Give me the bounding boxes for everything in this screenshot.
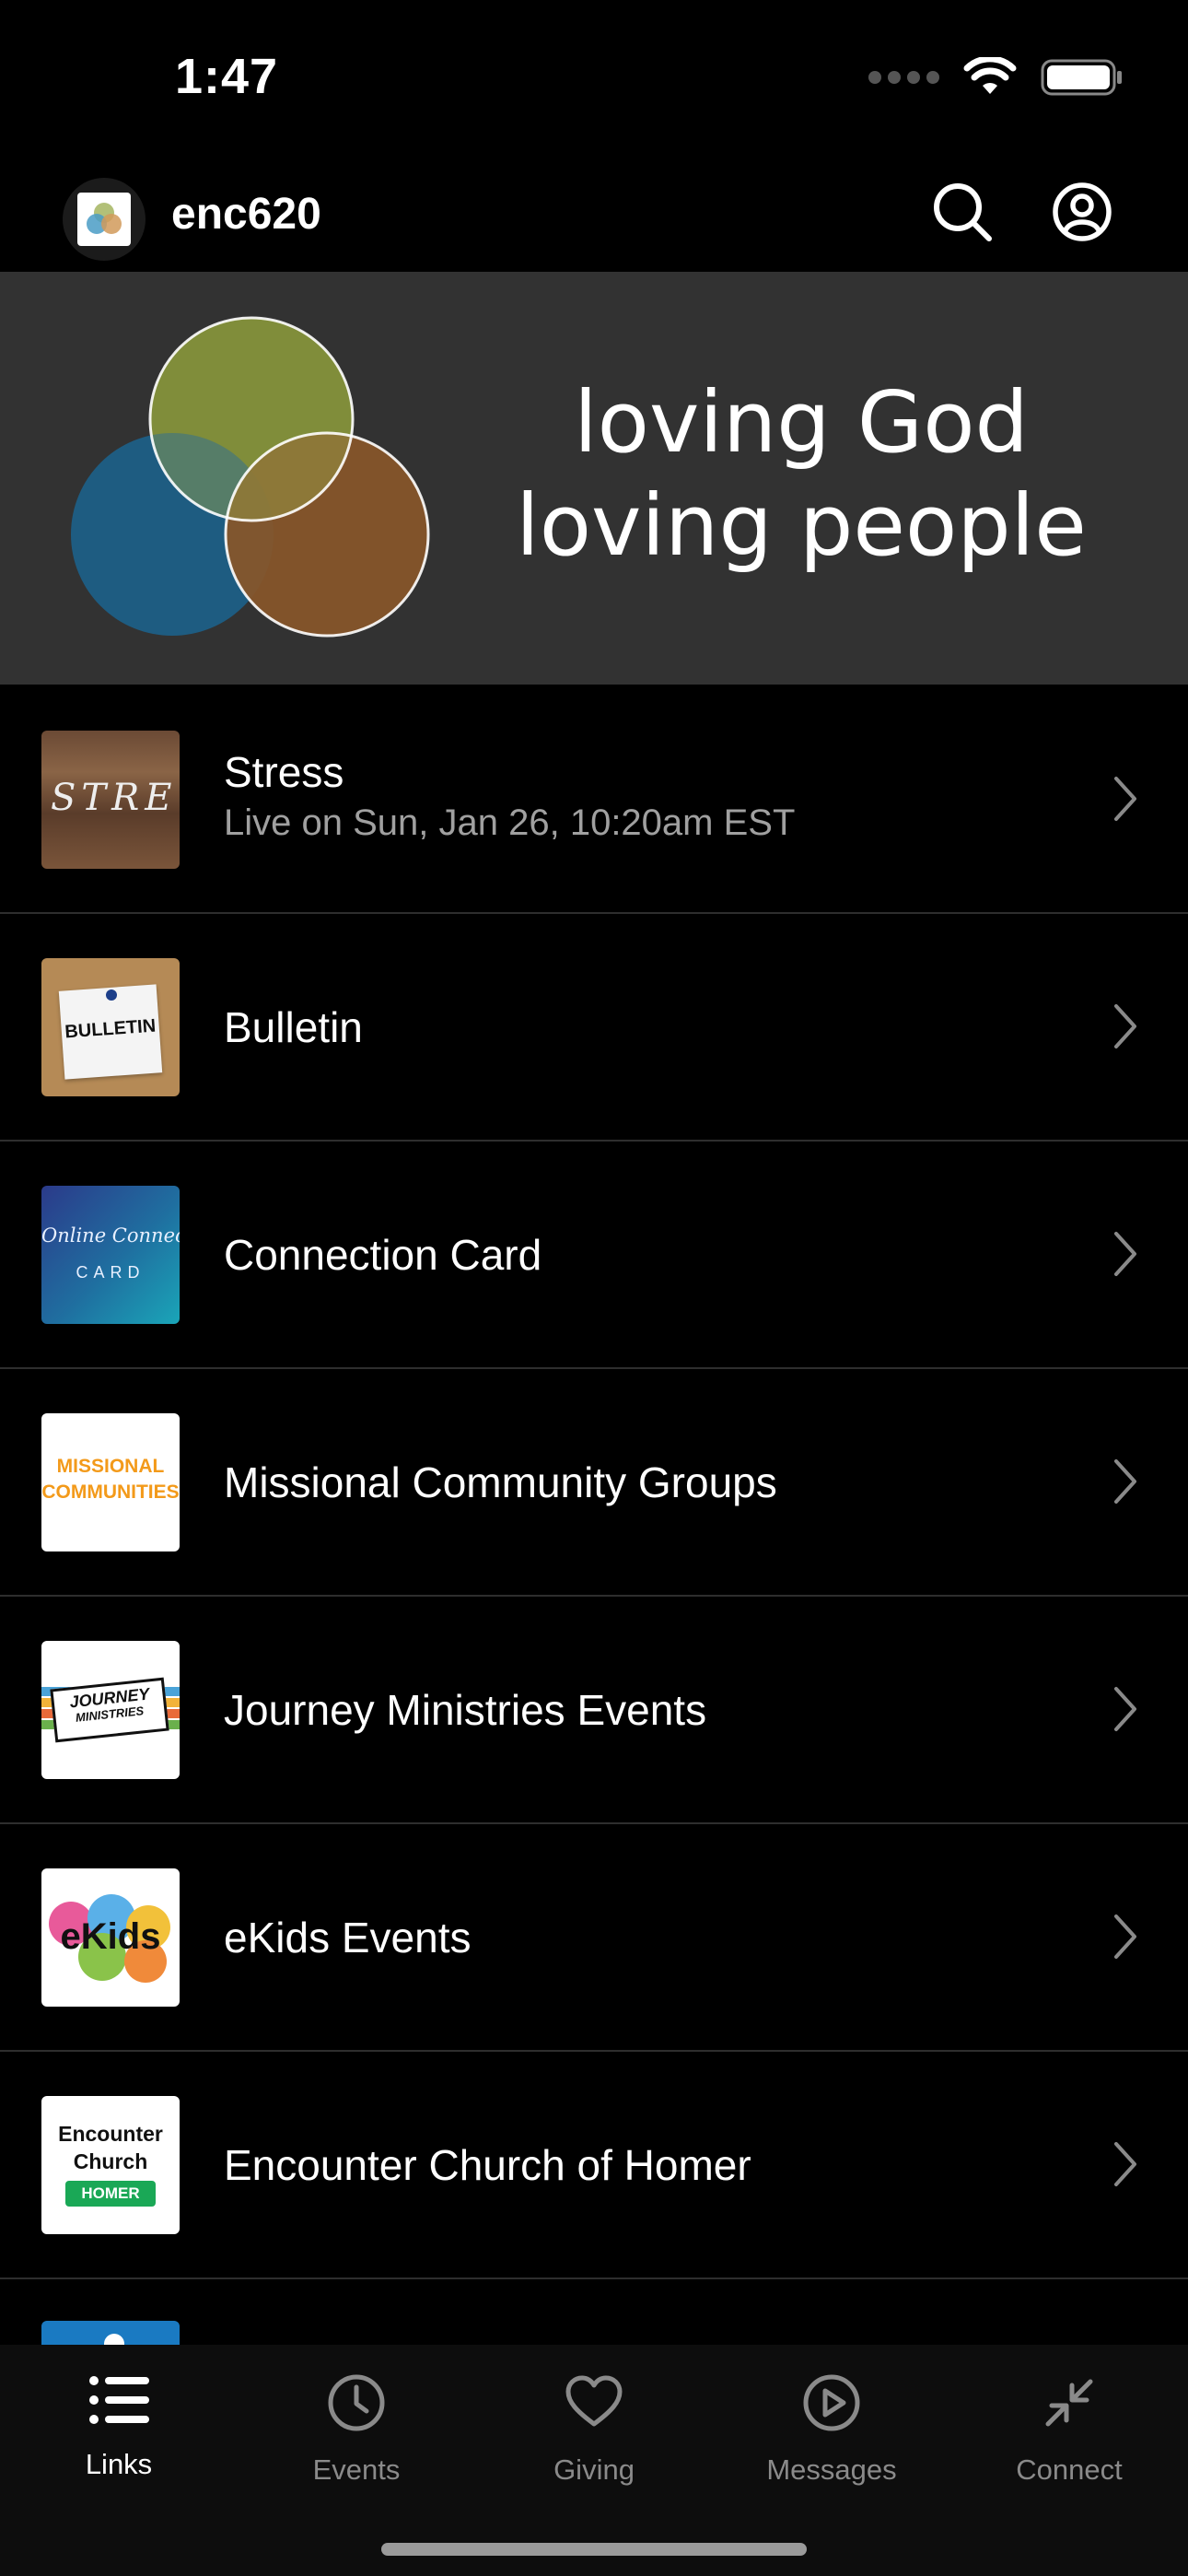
chevron-right-icon bbox=[1114, 1687, 1136, 1731]
list-item-title: Connection Card bbox=[224, 1231, 542, 1279]
battery-icon bbox=[1041, 59, 1122, 96]
profile-icon[interactable] bbox=[1050, 180, 1114, 244]
list-item-title: Bulletin bbox=[224, 1003, 363, 1051]
tab-messages[interactable]: Messages bbox=[713, 2372, 950, 2487]
list-item-subtitle: Live on Sun, Jan 26, 10:20am EST bbox=[224, 802, 796, 843]
app-name: enc620 bbox=[171, 190, 321, 239]
list-item-journey-ministries-events[interactable]: JOURNEY MINISTRIES Journey Ministries Ev… bbox=[0, 1597, 1188, 1824]
list-item-title: eKids Events bbox=[224, 1914, 472, 1961]
tab-links[interactable]: Links bbox=[0, 2372, 238, 2481]
tab-label: Links bbox=[85, 2448, 153, 2480]
compress-arrows-icon bbox=[1045, 2379, 1093, 2427]
list-item-bulletin[interactable]: BULLETIN Bulletin bbox=[0, 914, 1188, 1142]
church-logo-circles bbox=[71, 316, 430, 638]
heart-icon bbox=[565, 2375, 623, 2427]
chevron-right-icon bbox=[1114, 1004, 1136, 1048]
chevron-right-icon bbox=[1114, 1459, 1136, 1504]
status-icons bbox=[868, 57, 1124, 98]
tab-bar: Links Events Giving Messages Connect bbox=[0, 2345, 1188, 2576]
home-indicator bbox=[381, 2543, 807, 2556]
list-icon bbox=[89, 2376, 149, 2424]
hero-tagline-line1: loving God bbox=[574, 373, 1029, 472]
hero-banner: loving God loving people bbox=[0, 272, 1188, 685]
clock-icon bbox=[328, 2374, 385, 2431]
play-circle-icon bbox=[803, 2374, 860, 2431]
encounter-church-thumbnail: Encounter Church HOMER bbox=[41, 2096, 180, 2234]
status-bar: 1:47 bbox=[0, 0, 1188, 147]
tab-label: Connect bbox=[1016, 2453, 1123, 2486]
tab-label: Messages bbox=[766, 2453, 897, 2486]
hero-tagline-line2: loving people bbox=[516, 476, 1087, 575]
list-item-stress[interactable]: STRE Stress Live on Sun, Jan 26, 10:20am… bbox=[0, 686, 1188, 914]
tab-label: Giving bbox=[553, 2453, 635, 2486]
list-item-connection-card[interactable]: Online Connection CARD Connection Card bbox=[0, 1142, 1188, 1369]
chevron-right-icon bbox=[1114, 1914, 1136, 1959]
journey-ministries-thumbnail: JOURNEY MINISTRIES bbox=[41, 1641, 180, 1779]
chevron-right-icon bbox=[1114, 2142, 1136, 2186]
links-list: STRE Stress Live on Sun, Jan 26, 10:20am… bbox=[0, 686, 1188, 2390]
status-time: 1:47 bbox=[175, 49, 279, 104]
bulletin-thumbnail: BULLETIN bbox=[41, 958, 180, 1096]
chevron-right-icon bbox=[1114, 777, 1136, 821]
tab-giving[interactable]: Giving bbox=[475, 2372, 713, 2487]
cellular-signal-icon bbox=[868, 71, 939, 84]
list-item-title: Encounter Church of Homer bbox=[224, 2141, 751, 2189]
tab-events[interactable]: Events bbox=[238, 2372, 475, 2487]
list-item-encounter-church-of-homer[interactable]: Encounter Church HOMER Encounter Church … bbox=[0, 2052, 1188, 2279]
ekids-thumbnail: eKids bbox=[41, 1868, 180, 2007]
list-item-ekids-events[interactable]: eKids eKids Events bbox=[0, 1824, 1188, 2052]
stress-thumbnail: STRE bbox=[41, 731, 180, 869]
chevron-right-icon bbox=[1114, 1232, 1136, 1276]
list-item-title: Missional Community Groups bbox=[224, 1458, 777, 1506]
app-logo bbox=[63, 178, 146, 261]
list-item-title: Stress bbox=[224, 748, 344, 796]
search-icon[interactable] bbox=[930, 180, 995, 244]
tab-label: Events bbox=[312, 2453, 401, 2486]
list-item-title: Journey Ministries Events bbox=[224, 1686, 707, 1734]
list-item-missional-community-groups[interactable]: MISSIONAL COMMUNITIES Missional Communit… bbox=[0, 1369, 1188, 1597]
top-navigation: enc620 bbox=[0, 161, 1188, 272]
wifi-icon bbox=[963, 57, 1017, 94]
connection-card-thumbnail: Online Connection CARD bbox=[41, 1186, 180, 1324]
tab-connect[interactable]: Connect bbox=[950, 2372, 1188, 2487]
missional-communities-thumbnail: MISSIONAL COMMUNITIES bbox=[41, 1413, 180, 1551]
